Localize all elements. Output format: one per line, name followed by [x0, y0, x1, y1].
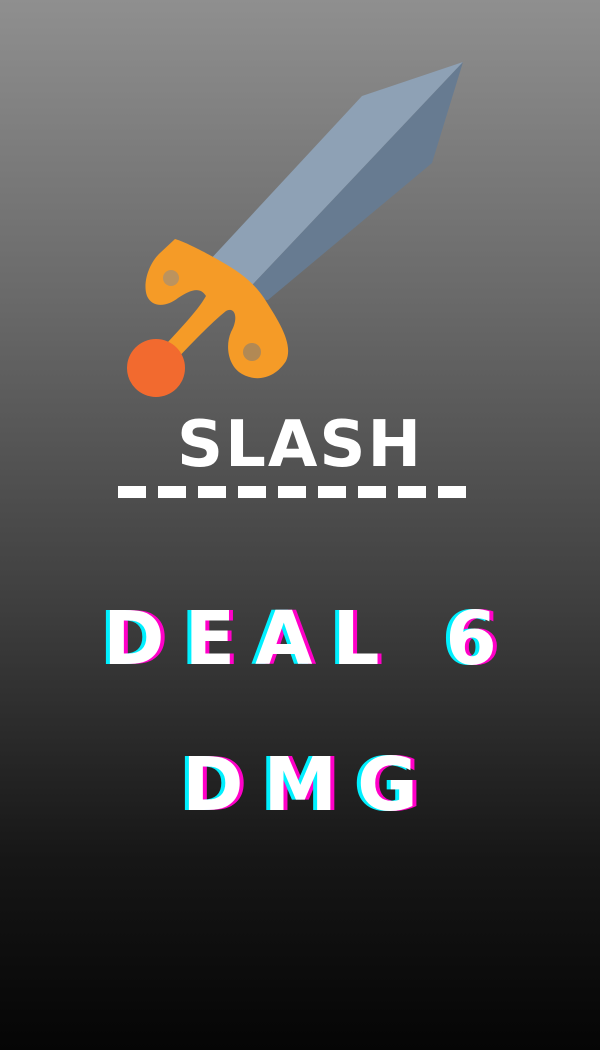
card-effect-line-2: DMG: [182, 742, 438, 828]
sword-guard-curl: [163, 270, 179, 286]
sword-icon: [127, 62, 463, 397]
sword-guard-curl: [243, 343, 261, 361]
card-title: SLASH: [176, 408, 424, 482]
sword-blade-light: [208, 62, 463, 298]
sword-pommel: [127, 339, 185, 397]
slash-card[interactable]: SLASH DEAL 6 DMG: [0, 0, 600, 1050]
card-effect-line-1: DEAL 6: [103, 596, 517, 682]
title-divider: [118, 486, 472, 498]
sword-blade-dark: [240, 62, 463, 300]
